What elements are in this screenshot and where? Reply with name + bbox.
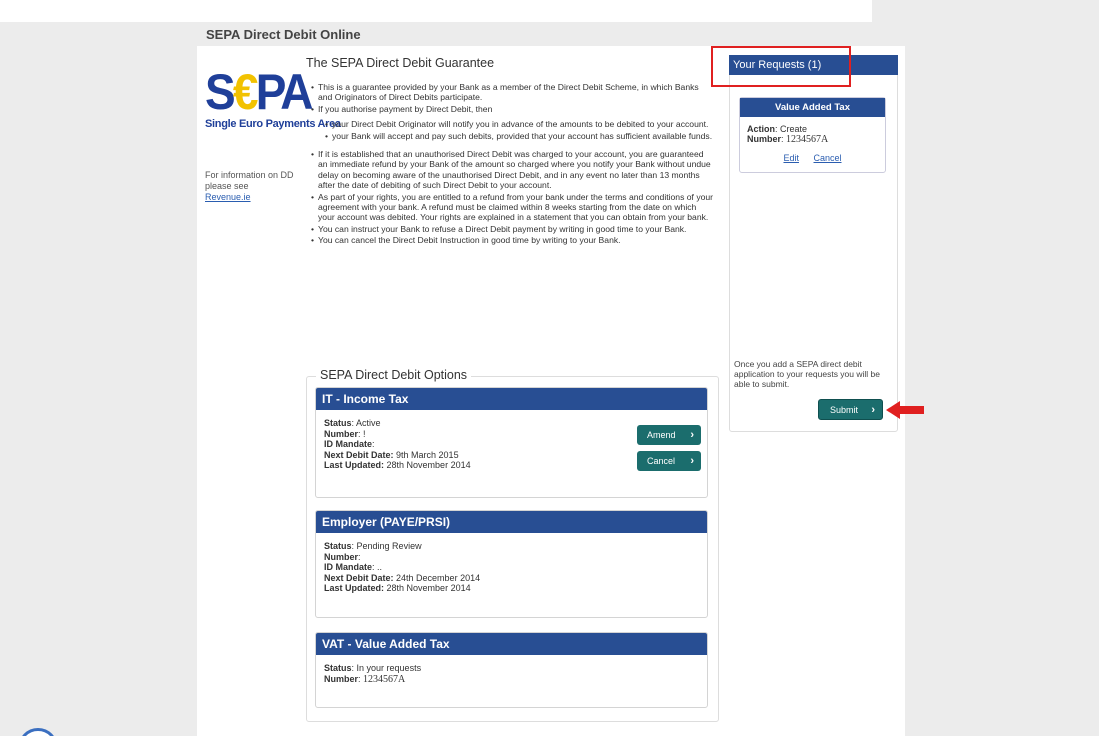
card-title: IT - Income Tax [316, 388, 707, 410]
card-employer: Employer (PAYE/PRSI) Status: Pending Rev… [315, 510, 708, 618]
app-title: SEPA Direct Debit Online [206, 27, 361, 42]
guarantee-item: As part of your rights, you are entitled… [311, 192, 715, 223]
cancel-button[interactable]: Cancel › [637, 451, 701, 471]
card-title: VAT - Value Added Tax [316, 633, 707, 655]
chevron-right-icon: › [690, 429, 694, 441]
chevron-right-icon: › [871, 404, 875, 416]
guarantee-item: If it is established that an unauthorise… [311, 149, 715, 191]
options-legend: SEPA Direct Debit Options [316, 368, 472, 382]
request-card-vat: Value Added Tax Action: Create Number: 1… [739, 97, 886, 173]
requests-note: Once you add a SEPA direct debit applica… [734, 359, 880, 389]
sepa-logo: S€PA Single Euro Payments Area [205, 64, 341, 130]
cancel-link[interactable]: Cancel [814, 153, 842, 163]
submit-button[interactable]: Submit › [818, 399, 883, 420]
guarantee-item: You can cancel the Direct Debit Instruct… [311, 235, 715, 246]
annotation-arrow-icon [886, 401, 924, 419]
annotation-box [711, 46, 851, 87]
guarantee-item: This is a guarantee provided by your Ban… [311, 82, 715, 103]
card-title: Employer (PAYE/PRSI) [316, 511, 707, 533]
top-banner [0, 0, 872, 22]
help-icon[interactable] [18, 728, 58, 736]
edit-link[interactable]: Edit [783, 153, 799, 163]
guarantee-subitem: your Direct Debit Originator will notify… [325, 119, 715, 130]
cropped-caption [60, 0, 720, 14]
request-card-title: Value Added Tax [740, 98, 885, 117]
guarantee-list: This is a guarantee provided by your Ban… [311, 82, 715, 247]
amend-button[interactable]: Amend › [637, 425, 701, 445]
card-vat: VAT - Value Added Tax Status: In your re… [315, 632, 708, 708]
guarantee-title: The SEPA Direct Debit Guarantee [306, 56, 495, 70]
guarantee-item: You can instruct your Bank to refuse a D… [311, 224, 715, 235]
guarantee-subitem: your Bank will accept and pay such debit… [325, 131, 715, 142]
chevron-right-icon: › [690, 455, 694, 467]
sepa-logo-letters: S€PA [205, 64, 313, 120]
dd-info: For information on DD please see Revenue… [205, 170, 294, 202]
guarantee-item: If you authorise payment by Direct Debit… [311, 104, 715, 115]
revenue-link[interactable]: Revenue.ie [205, 192, 251, 202]
card-income-tax: IT - Income Tax Status: Active Number: !… [315, 387, 708, 498]
